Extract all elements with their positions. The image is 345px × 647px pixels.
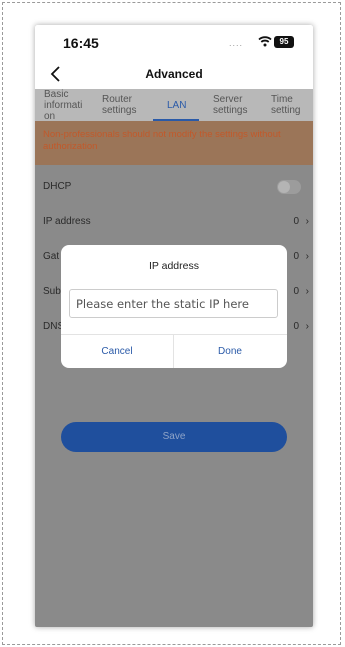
ip-address-input[interactable] (69, 289, 278, 318)
chevron-right-icon: › (305, 286, 309, 297)
save-button[interactable]: Save (61, 422, 287, 452)
battery-icon: 95 (274, 36, 294, 48)
status-bar: 16:45 .... 95 (35, 25, 313, 61)
page-title: Advanced (145, 67, 203, 81)
row-value: 0 (293, 216, 299, 227)
wifi-icon (258, 36, 272, 47)
dhcp-toggle[interactable] (277, 180, 301, 194)
chevron-right-icon: › (305, 321, 309, 332)
warning-banner: Non-professionals should not modify the … (35, 121, 313, 165)
done-button[interactable]: Done (174, 335, 286, 368)
row-value: 0 (293, 251, 299, 262)
tab-bar: Basic informati on Router settings LAN S… (35, 89, 313, 122)
toggle-knob (278, 181, 290, 193)
ip-address-dialog: IP address Cancel Done (61, 245, 287, 368)
row-label: Sub (43, 286, 61, 297)
row-label: DHCP (43, 181, 72, 192)
tab-time-setting[interactable]: Time setting (271, 89, 300, 121)
chevron-right-icon: › (305, 216, 309, 227)
chevron-right-icon: › (305, 251, 309, 262)
row-ip-address[interactable]: IP address 0 › (35, 205, 313, 240)
row-label: Gat (43, 251, 60, 262)
tab-server-settings[interactable]: Server settings (213, 89, 247, 121)
cancel-button[interactable]: Cancel (61, 335, 173, 368)
tab-basic-information[interactable]: Basic informati on (44, 89, 82, 122)
row-value: 0 (293, 321, 299, 332)
dialog-title: IP address (148, 260, 199, 272)
row-label: IP address (43, 216, 91, 227)
phone-screen: 16:45 .... 95 Advanced Basic informati o… (35, 25, 313, 627)
nav-bar: Advanced (35, 61, 313, 89)
status-time: 16:45 (63, 35, 99, 51)
signal-dots: .... (229, 38, 244, 48)
row-dhcp: DHCP (35, 170, 313, 205)
tab-router-settings[interactable]: Router settings (102, 89, 136, 121)
tab-lan[interactable]: LAN (167, 89, 186, 121)
row-value: 0 (293, 286, 299, 297)
